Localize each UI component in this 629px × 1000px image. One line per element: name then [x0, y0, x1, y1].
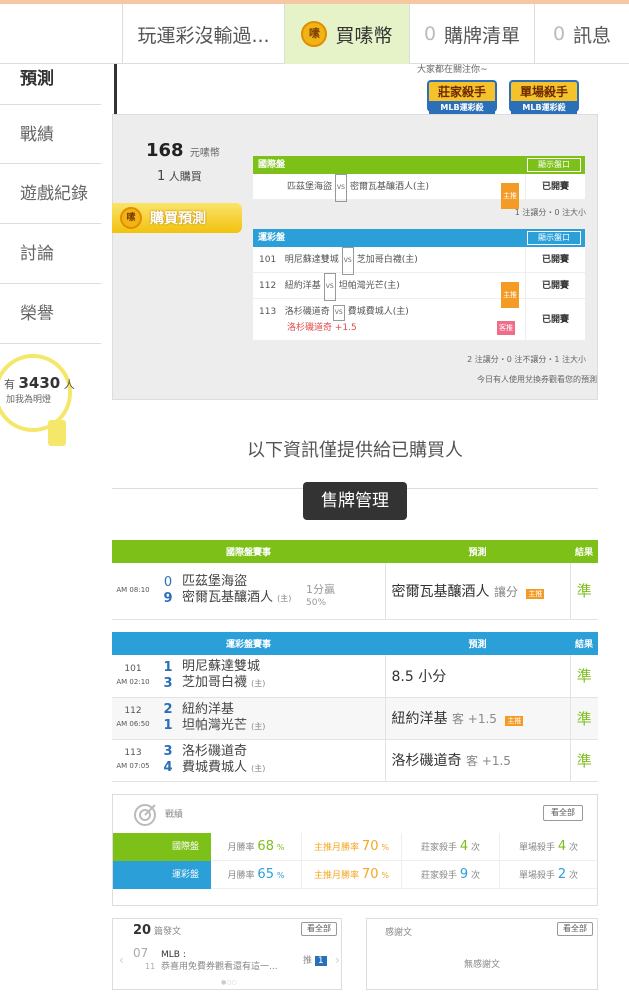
result-correct: 準	[569, 655, 598, 698]
result-correct: 準	[569, 563, 598, 620]
follow-bulb-button[interactable]: 有 3430 人 加我為明燈	[0, 354, 80, 454]
follower-count: 有 3430 人	[4, 374, 75, 392]
thanks-box: 感謝文 看全部 無感謝文	[366, 918, 598, 990]
sidebar-item-prediction[interactable]: 預測	[0, 64, 101, 102]
lottery-preview-header: 運彩盤 顯示盤口	[253, 229, 585, 247]
intl-pick-summary: 1 注讓分・0 注大小	[514, 208, 586, 217]
purchaser-only-notice: 以下資訊僅提供給已購買人	[247, 440, 463, 461]
lottery-preview-table: 運彩盤 顯示盤口 101 明尼蘇達雙城 VS 芝加哥白襪(主) 已開賽 112 紐約…	[253, 229, 585, 341]
home-pick-tag: 主推	[501, 183, 519, 209]
table-row: 113 AM 07:05 34 洛杉磯道奇 費城費城人 (主) 洛杉磯道奇 客 +1…	[112, 739, 598, 782]
coupon-notice: 今日有人使用兌換券觀看您的預測	[477, 375, 597, 384]
pagination-dots: ●○○	[221, 979, 237, 986]
push-count: 推 1	[303, 953, 327, 966]
purchase-list-button[interactable]: 0 購牌清單	[409, 4, 534, 64]
purchase-list-count: 0	[423, 23, 437, 45]
sale-management-button[interactable]: 售牌管理	[303, 482, 407, 520]
profile-title[interactable]: 玩運彩沒輸過...	[122, 4, 284, 64]
top-nav-bar: 玩運彩沒輸過... 嗉 買嗉幣 0 購牌清單 0 訊息	[0, 4, 629, 64]
result-correct: 準	[569, 697, 598, 740]
stats-row-intl: 國際盤 月勝率 68 % 主推月勝率 70 % 莊家殺手 4 次 單場殺手 4 …	[113, 833, 597, 861]
lottery-result-table: 運彩盤賽事 預測 結果 101 AM 02:10 13 明尼蘇達雙城 芝加哥白襪 (…	[112, 632, 598, 782]
bulb-base-icon	[48, 420, 66, 446]
sidebar: 預測 戰績 遊戲紀錄 討論 榮譽 有 3430 人 加我為明燈	[0, 64, 101, 1000]
thanks-view-all-button[interactable]: 看全部	[557, 922, 593, 936]
intl-result-table: 國際盤賽事 預測 結果 AM 08:10 09 匹茲堡海盜 密爾瓦基釀酒人 (主…	[112, 540, 598, 620]
lottery-preview-row: 112 紐約洋基 VS 坦帕灣光芒(主) 主推 已開賽	[253, 273, 585, 308]
show-odds-button[interactable]: 顯示盤口	[527, 158, 581, 172]
lottery-preview-row: 101 明尼蘇達雙城 VS 芝加哥白襪(主) 已開賽	[253, 247, 585, 275]
prev-arrow-icon[interactable]: ‹	[119, 953, 124, 967]
target-icon	[134, 804, 156, 826]
post-date: 07 11	[133, 946, 156, 971]
lottery-preview-row: 113 洛杉磯道奇 VS 費城費城人(主) 洛杉磯道奇 +1.5 客推 已開賽	[253, 299, 585, 341]
sidebar-item-game-history[interactable]: 遊戲紀錄	[0, 164, 101, 224]
lottery-pick-summary: 2 注讓分・0 注不讓分・1 注大小	[467, 355, 586, 364]
coin-icon: 嗉	[301, 21, 328, 47]
sidebar-item-record[interactable]: 戰績	[0, 104, 101, 164]
posts-box: 20 篇發文 看全部 ‹ 07 11 MLB : 恭喜用免費券觀看還有這一... 推…	[112, 918, 342, 990]
messages-count: 0	[552, 23, 566, 45]
single-killer-badge: 單場殺手 MLB運彩殺	[509, 80, 579, 115]
purchase-list-label: 購牌清單	[444, 24, 521, 47]
table-header: 運彩盤賽事 預測 結果	[112, 632, 598, 655]
thanks-empty: 無感謝文	[463, 960, 500, 970]
posts-view-all-button[interactable]: 看全部	[301, 922, 337, 936]
table-row: 101 AM 02:10 13 明尼蘇達雙城 芝加哥白襪 (主) 8.5 小分 準	[112, 655, 598, 698]
sidebar-item-discussion[interactable]: 討論	[0, 224, 101, 284]
banner: 大家都在關注你~ 莊家殺手 MLB運彩殺 單場殺手 MLB運彩殺	[114, 64, 598, 115]
buy-coins-label: 買嗉幣	[335, 24, 393, 47]
next-arrow-icon[interactable]: ›	[335, 953, 340, 967]
profile-title-text: 玩運彩沒輸過...	[137, 24, 270, 47]
coin-icon: 嗉	[120, 207, 142, 229]
game-status: 已開賽	[525, 299, 585, 340]
intl-preview-header: 國際盤 顯示盤口	[253, 156, 585, 174]
price: 168 元嗉幣	[146, 140, 220, 161]
table-header: 國際盤賽事 預測 結果	[112, 540, 598, 563]
posts-count: 20 篇發文	[133, 923, 181, 938]
stats-title: 戰績	[165, 810, 184, 820]
show-odds-button[interactable]: 顯示盤口	[527, 231, 581, 245]
table-row: 112 AM 06:50 21 紐約洋基 坦帕灣光芒 (主) 紐約洋基 客 +1.5…	[112, 697, 598, 740]
follow-label: 加我為明燈	[6, 395, 52, 405]
buy-prediction-button[interactable]: 嗉 購買預測	[112, 203, 242, 233]
buy-coins-button[interactable]: 嗉 買嗉幣	[284, 4, 409, 64]
result-correct: 準	[569, 739, 598, 782]
buyer-count: 1 人購買	[157, 169, 202, 184]
post-item[interactable]: MLB : 恭喜用免費券觀看還有這一...	[161, 949, 278, 973]
game-status: 已開賽	[525, 174, 585, 199]
away-pick-tag: 客推	[497, 321, 515, 335]
intl-preview-table: 國際盤 顯示盤口 匹茲堡海盜 VS 密爾瓦基釀酒人(主) 主推 已開賽	[253, 156, 585, 209]
sidebar-item-honor[interactable]: 榮譽	[0, 284, 101, 344]
game-status: 已開賽	[525, 247, 585, 272]
stats-row-lottery: 運彩盤 月勝率 65 % 主推月勝率 70 % 莊家殺手 9 次 單場殺手 2 …	[113, 861, 597, 889]
intl-preview-row: 匹茲堡海盜 VS 密爾瓦基釀酒人(主) 主推 已開賽	[253, 174, 585, 209]
messages-button[interactable]: 0 訊息	[534, 4, 629, 64]
messages-label: 訊息	[573, 24, 612, 47]
stats-view-all-button[interactable]: 看全部	[543, 805, 583, 821]
game-status: 已開賽	[525, 273, 585, 298]
stats-panel: 戰績 看全部 國際盤 月勝率 68 % 主推月勝率 70 % 莊家殺手 4 次 …	[112, 794, 598, 906]
table-row: AM 08:10 09 匹茲堡海盜 密爾瓦基釀酒人 (主) 1分贏 50% 密爾瓦…	[112, 563, 598, 620]
banner-hint: 大家都在關注你~	[417, 65, 488, 75]
banker-killer-badge: 莊家殺手 MLB運彩殺	[427, 80, 497, 115]
thanks-label: 感謝文	[385, 928, 413, 938]
